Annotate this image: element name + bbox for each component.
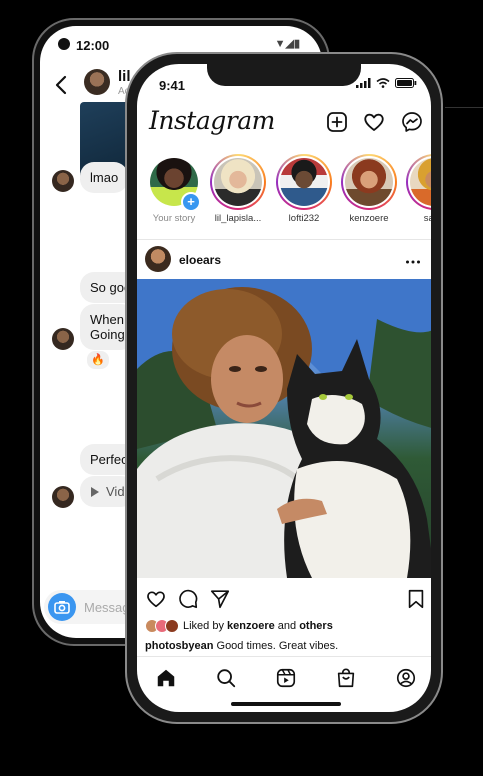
notch [207,64,361,86]
wifi-icon [376,78,390,88]
message-bubble[interactable]: lmao [80,162,129,193]
camera-icon [54,601,70,614]
post-photo-art [137,279,431,578]
share-icon[interactable] [209,588,231,610]
message-avatar [52,170,74,192]
post-photo[interactable] [137,279,431,578]
like-icon[interactable] [145,588,167,610]
post-actions [137,586,431,614]
story-item[interactable]: lofti232 [273,154,335,224]
story-ring [406,154,431,210]
story-label: sapp [423,213,431,224]
liked-by-others[interactable]: others [299,620,333,632]
post-header: eloears [137,244,431,280]
save-icon[interactable] [405,588,427,610]
story-item[interactable]: sapp [403,154,431,224]
liked-by: Liked by kenzoere and others [145,619,333,633]
fire-reaction: 🔥 [86,350,110,370]
camera-hole [58,38,70,50]
heart-icon[interactable] [362,110,386,134]
message-avatar [52,486,74,508]
liked-by-and: and [274,620,300,632]
story-ring [341,154,397,210]
instagram-logo[interactable]: Instagram [149,106,275,135]
liker-avatar [165,619,179,633]
back-arrow-icon[interactable] [54,75,68,95]
caption-text: Good times. Great vibes. [213,640,339,652]
story-label: Your story [152,213,196,224]
story-label: lil_lapisla... [214,213,262,224]
liked-by-prefix: Liked by [183,620,228,632]
background-line [445,107,483,108]
stories-divider [137,239,431,240]
story-avatar [410,158,431,206]
comment-icon[interactable] [177,588,199,610]
liked-by-user[interactable]: kenzoere [227,620,275,632]
signal-icon [356,78,371,88]
front-phone: 9:41 Instagram + Your story lil_lapisla.… [125,52,443,724]
story-avatar [345,158,393,206]
post-caption: photosbyean Good times. Great vibes. [145,640,338,652]
stories-tray: + Your story lil_lapisla... lofti232 ken… [137,154,431,234]
contact-avatar[interactable] [84,69,110,95]
post-avatar[interactable] [145,246,171,272]
search-icon[interactable] [215,667,237,689]
reels-icon[interactable] [275,667,297,689]
caption-username[interactable]: photosbyean [145,640,213,652]
story-label: lofti232 [288,213,320,224]
story-label: kenzoere [349,213,389,224]
more-icon[interactable] [405,254,421,270]
story-item[interactable]: lil_lapisla... [207,154,269,224]
story-your-story[interactable]: + Your story [143,154,205,224]
video-label: Vid [106,484,125,499]
story-ring [276,154,332,210]
add-story-icon[interactable]: + [181,192,201,212]
story-item[interactable]: kenzoere [338,154,400,224]
play-icon [91,486,99,497]
camera-button[interactable] [48,593,76,621]
battery-icon [395,78,417,88]
story-avatar [280,158,328,206]
home-icon[interactable] [155,667,177,689]
messenger-icon[interactable] [400,110,424,134]
status-icons [356,78,417,88]
story-avatar [214,158,262,206]
instagram-screen: 9:41 Instagram + Your story lil_lapisla.… [137,64,431,712]
ig-header: Instagram [137,106,431,146]
status-time: 9:41 [159,78,186,93]
new-post-icon[interactable] [325,110,349,134]
shop-icon[interactable] [335,667,357,689]
tab-bar [137,656,431,697]
profile-icon[interactable] [395,667,417,689]
home-indicator [231,702,341,706]
message-avatar [52,328,74,350]
back-status-icons: ▼◢▮ [274,38,300,50]
back-status-time: 12:00 [76,38,110,53]
story-ring [210,154,266,210]
post-username[interactable]: eloears [179,253,221,267]
